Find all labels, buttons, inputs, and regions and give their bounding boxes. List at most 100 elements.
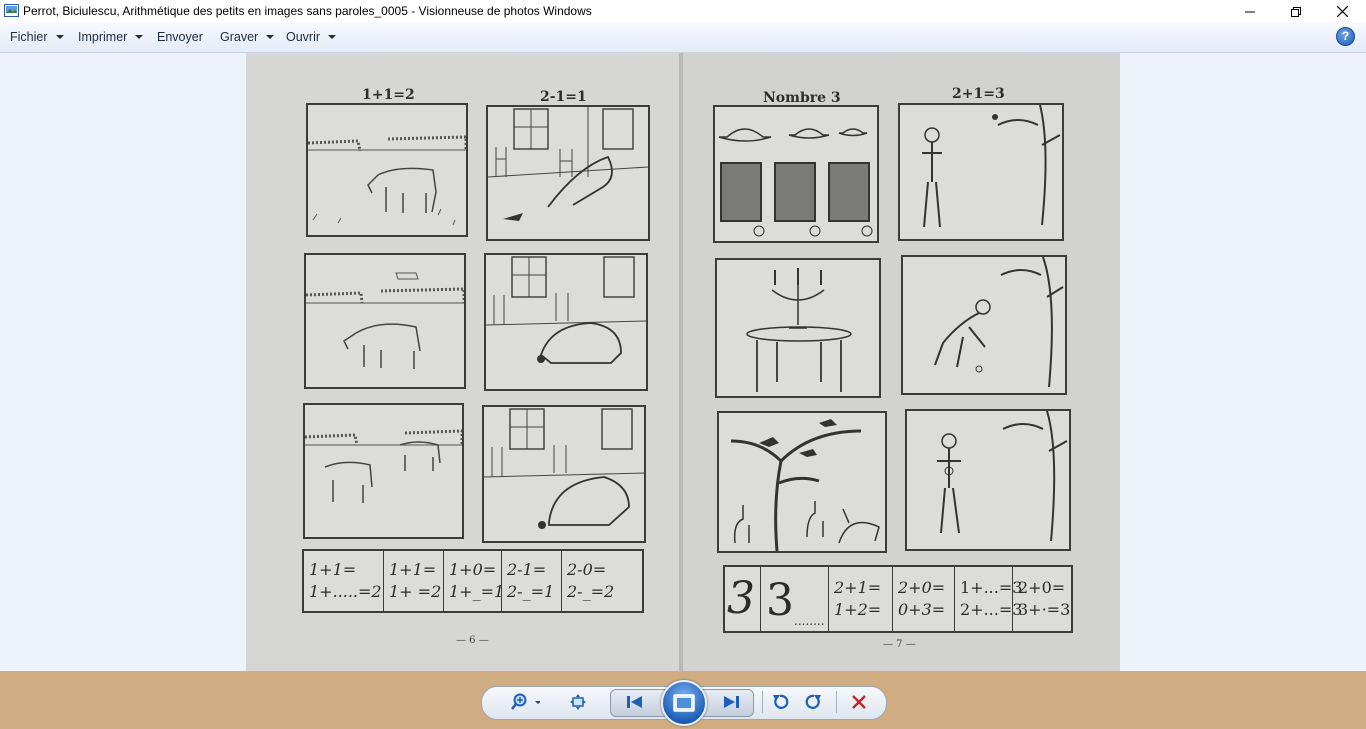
minimize-button[interactable]	[1227, 0, 1273, 23]
chevron-down-icon	[55, 35, 64, 39]
math-cell: 1+1= 1+ =2	[384, 551, 444, 611]
big-digit: 3	[727, 573, 755, 624]
math-line: 2+1=	[834, 578, 882, 597]
close-icon	[1336, 6, 1348, 17]
math-cell: 2+0= 0+3=	[893, 567, 955, 631]
left-math-exercises: 1+1= 1+.....=2 1+1= 1+ =2 1+0= 1+_=1 2-1…	[302, 549, 644, 613]
left-page-number: — 6 —	[456, 635, 489, 646]
rotate-right-icon	[805, 694, 821, 709]
previous-button[interactable]	[620, 689, 650, 715]
cat-room-drawing	[484, 408, 644, 529]
zoom-icon	[511, 693, 540, 710]
left-book-page: 1+1=2 2-1=1 1+1= 1+.....=2 1+1= 1+ =2 1+…	[246, 53, 679, 671]
candelabra-table-drawing	[746, 268, 852, 392]
right-book-page: Nombre 3 2+1= 3 3 3 ........ 2+1= 1+2= 2+…	[683, 53, 1120, 671]
zoom-button[interactable]	[507, 689, 543, 715]
displayed-photo: 1+1=2 2-1=1 1+1= 1+.....=2 1+1= 1+ =2 1+…	[246, 53, 1120, 671]
restore-button[interactable]	[1273, 0, 1319, 23]
cow-field-drawing	[306, 272, 464, 369]
delete-button[interactable]	[847, 689, 871, 715]
delete-icon	[852, 695, 866, 709]
cat-room-drawing	[488, 107, 648, 221]
chevron-down-icon	[328, 35, 337, 39]
cow-field-drawing	[305, 429, 462, 503]
next-button[interactable]	[716, 689, 746, 715]
next-icon	[724, 696, 739, 708]
math-cell: 1+...=3 2+...=3	[955, 567, 1023, 631]
cat-room-drawing	[486, 256, 646, 364]
window-title: Perrot, Biciulescu, Arithmétique des pet…	[23, 4, 592, 18]
illustration-cat-2	[484, 253, 648, 391]
rotate-left-button[interactable]	[768, 689, 792, 715]
math-line: 1+.....=2	[309, 582, 382, 601]
big-digit-cell: 3 ........	[761, 567, 829, 631]
boy-tree-drawing	[937, 411, 1068, 542]
actual-size-button[interactable]	[566, 689, 590, 715]
big-digit: 3	[766, 575, 794, 626]
math-line: 1+2=	[834, 600, 882, 619]
boy-tree-drawing	[934, 257, 1064, 388]
photo-viewer-app-icon	[4, 4, 19, 17]
right-page-number: — 7 —	[883, 639, 916, 650]
math-cell: 2+1= 1+2=	[829, 567, 893, 631]
hats-frames-drawing	[718, 128, 873, 237]
math-line: 3+·=3	[1018, 600, 1071, 619]
chevron-down-icon	[266, 35, 275, 39]
menu-bar: Fichier Imprimer Envoyer Graver Ouvrir ?	[0, 23, 1366, 53]
math-line: 2+0=	[1018, 578, 1066, 597]
bottom-toolbar	[0, 671, 1366, 729]
math-cell: 2-0= 2-_=2	[562, 551, 638, 611]
menu-graver[interactable]: Graver	[220, 30, 275, 44]
illustration-candelabra	[715, 258, 881, 398]
menu-envoyer[interactable]: Envoyer	[157, 30, 203, 44]
minimize-icon	[1245, 11, 1255, 12]
illustration-birds-rabbits	[717, 411, 887, 553]
math-line: 1+...=3	[960, 578, 1023, 597]
menu-fichier[interactable]: Fichier	[10, 30, 64, 44]
menu-ouvrir[interactable]: Ouvrir	[286, 30, 337, 44]
menu-imprimer[interactable]: Imprimer	[78, 30, 144, 44]
illustration-boy-tree-1	[898, 103, 1064, 241]
math-cell: 2-1= 2-_=1	[502, 551, 562, 611]
big-digit-cell: 3	[725, 567, 761, 631]
menu-ouvrir-label: Ouvrir	[286, 30, 321, 44]
math-line: 1+_=1	[449, 582, 505, 601]
rotate-left-icon	[773, 694, 789, 709]
math-line: 2+0=	[898, 578, 946, 597]
birds-rabbits-drawing	[730, 419, 880, 551]
illustration-hats-frames	[713, 105, 879, 243]
help-button[interactable]: ?	[1336, 27, 1355, 46]
title-bar: Perrot, Biciulescu, Arithmétique des pet…	[0, 0, 1366, 23]
illustration-cow-1	[306, 103, 468, 237]
boy-tree-drawing	[922, 105, 1061, 228]
math-line: 1+ =2	[389, 582, 442, 601]
right-heading-number: Nombre 3	[763, 90, 841, 106]
menu-graver-label: Graver	[220, 30, 259, 44]
image-viewport[interactable]: 1+1=2 2-1=1 1+1= 1+.....=2 1+1= 1+ =2 1+…	[0, 53, 1366, 671]
toolbar-separator	[762, 691, 763, 713]
math-line: 1+1=	[389, 560, 437, 579]
right-math-exercises: 3 3 ........ 2+1= 1+2= 2+0= 0+3= 1+...=3…	[723, 565, 1073, 633]
math-line: 2-1=	[507, 560, 547, 579]
illustration-cow-3	[303, 403, 464, 539]
math-line: 2-_=1	[507, 582, 555, 601]
math-line: 0+3=	[898, 600, 946, 619]
math-line: 2-_=2	[567, 582, 615, 601]
rotate-right-button[interactable]	[802, 689, 826, 715]
fill-in-dots: ........	[794, 614, 825, 628]
fit-window-icon	[570, 694, 586, 710]
close-button[interactable]	[1319, 0, 1365, 23]
menu-fichier-label: Fichier	[10, 30, 48, 44]
math-cell: 1+0= 1+_=1	[444, 551, 505, 611]
slideshow-icon	[673, 694, 695, 712]
previous-icon	[627, 696, 642, 708]
left-heading-addition: 1+1=2	[362, 87, 415, 103]
restore-icon	[1291, 6, 1301, 17]
illustration-cow-2	[304, 253, 466, 389]
math-line: 2+...=3	[960, 600, 1023, 619]
left-heading-subtraction: 2-1=1	[540, 89, 587, 105]
toolbar-separator	[836, 691, 837, 713]
math-line: 1+0=	[449, 560, 497, 579]
illustration-boy-tree-3	[905, 409, 1071, 551]
slideshow-button[interactable]	[661, 680, 707, 726]
